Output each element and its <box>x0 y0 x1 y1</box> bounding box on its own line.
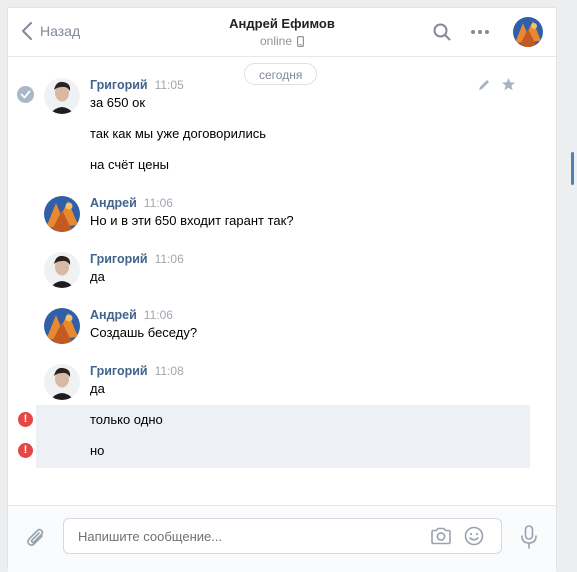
status-text: online <box>259 34 293 48</box>
message-text: но <box>90 443 105 458</box>
message-time: 11:05 <box>154 78 184 92</box>
avatar[interactable] <box>44 78 80 114</box>
author-name[interactable]: Григорий <box>90 78 148 92</box>
chat-panel: Назад Андрей Ефимов online сегодня Григо… <box>7 7 557 572</box>
message-meta: Григорий 11:08 <box>90 364 184 378</box>
input-placeholder: Напишите сообщение... <box>78 529 223 544</box>
avatar[interactable] <box>44 308 80 344</box>
message-text: Но и в эти 650 входит гарант так? <box>90 213 294 228</box>
message-text: за 650 ок <box>90 95 146 110</box>
author-name[interactable]: Григорий <box>90 364 148 378</box>
edit-icon[interactable] <box>477 78 491 92</box>
message-meta: Григорий 11:05 <box>90 78 184 92</box>
message-input[interactable]: Напишите сообщение... <box>63 518 502 554</box>
avatar[interactable] <box>44 196 80 232</box>
message-time: 11:06 <box>143 308 173 322</box>
message-meta: Андрей 11:06 <box>90 308 173 322</box>
mobile-icon <box>297 35 305 47</box>
message-text: на счёт цены <box>90 157 169 172</box>
error-icon[interactable]: ! <box>18 412 33 427</box>
camera-icon[interactable] <box>430 526 452 546</box>
paperclip-icon[interactable] <box>25 525 47 549</box>
message-text: да <box>90 269 105 284</box>
message-text: Создашь беседу? <box>90 325 198 340</box>
search-icon[interactable] <box>433 23 451 41</box>
contact-avatar[interactable] <box>513 17 543 47</box>
chat-header: Назад Андрей Ефимов online <box>8 8 556 57</box>
message-meta: Григорий 11:06 <box>90 252 184 266</box>
author-name[interactable]: Андрей <box>90 196 137 210</box>
more-icon[interactable] <box>470 29 490 35</box>
smile-icon[interactable] <box>464 526 484 546</box>
date-divider: сегодня <box>244 63 318 85</box>
avatar[interactable] <box>44 364 80 400</box>
author-name[interactable]: Андрей <box>90 308 137 322</box>
read-status-icon <box>17 86 34 103</box>
error-icon[interactable]: ! <box>18 443 33 458</box>
message-text: только одно <box>90 412 163 427</box>
online-status: online <box>259 34 305 48</box>
message-meta: Андрей 11:06 <box>90 196 173 210</box>
message-time: 11:06 <box>154 252 184 266</box>
message-text: да <box>90 381 105 396</box>
message-time: 11:08 <box>154 364 184 378</box>
message-text: так как мы уже договорились <box>90 126 267 141</box>
star-icon[interactable] <box>501 77 516 92</box>
message-composer: Напишите сообщение... <box>8 505 556 572</box>
author-name[interactable]: Григорий <box>90 252 148 266</box>
avatar[interactable] <box>44 252 80 288</box>
scrollbar[interactable] <box>571 152 574 185</box>
message-time: 11:06 <box>143 196 173 210</box>
microphone-icon[interactable] <box>520 525 538 549</box>
